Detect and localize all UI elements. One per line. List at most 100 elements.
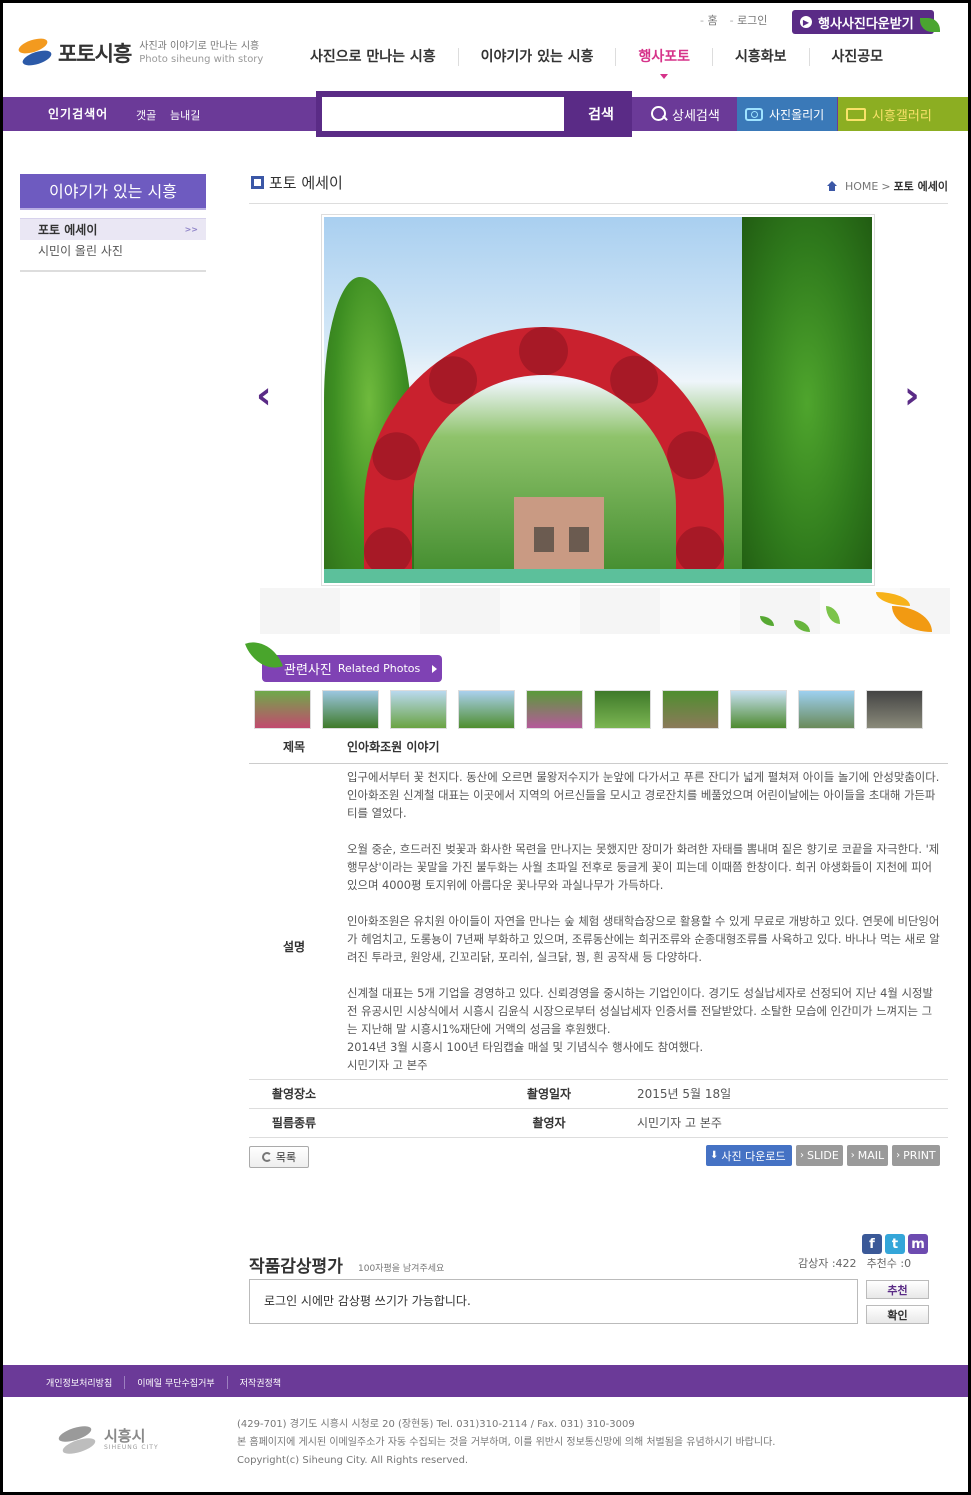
home-link[interactable]: 홈 [700,12,717,28]
email-refusal-link[interactable]: 이메일 무단수집거부 [124,1376,226,1389]
nav-item-event-photo[interactable]: 행사포토 [615,48,712,79]
related-thumbnail[interactable] [662,690,719,729]
subject-label: 제목 [282,740,306,754]
magnifier-icon [650,105,668,123]
search-input[interactable] [322,97,564,131]
arrow-right-icon [432,664,438,673]
search-box: 검색 [316,91,632,137]
top-links: 홈 로그인 [700,12,767,28]
related-thumbnail[interactable] [254,690,311,729]
chevron-right-icon: › [800,1150,804,1161]
event-photo-download-button[interactable]: ▶ 행사사진다운받기 [792,10,934,34]
review-counts: 감상자 :422 추천수 :0 [798,1255,911,1271]
home-icon [826,181,838,191]
nav-item-pictorial[interactable]: 시흥화보 [712,48,809,66]
refresh-icon [261,1152,272,1162]
page-title: 포토 에세이 [269,174,343,192]
related-thumbnail[interactable] [390,690,447,729]
site-title: 포토시흥 [58,42,132,66]
breadcrumb-home[interactable]: HOME [845,180,878,193]
me2day-icon[interactable]: m [908,1234,928,1254]
description-paragraph: 오월 중순, 흐드러진 벚꽃과 화사한 목련을 만나지는 못했지만 장미가 화려… [347,842,940,892]
description-label: 설명 [282,940,306,954]
leaf-icon [794,620,810,632]
related-thumbnail[interactable] [322,690,379,729]
siheung-gallery-button[interactable]: 시흥갤러리 [838,97,968,131]
photo-fence [324,569,872,583]
next-photo-button[interactable]: › [904,376,930,414]
film-value [339,1109,489,1137]
photo-download-button[interactable]: ⬇ 사진 다운로드 [706,1145,792,1166]
copyright-policy-link[interactable]: 저작권정책 [226,1376,293,1389]
list-button[interactable]: 목록 [249,1146,309,1168]
privacy-policy-link[interactable]: 개인정보처리방침 [46,1376,124,1389]
prev-photo-button[interactable]: ‹ [256,376,282,414]
play-icon: ▶ [800,16,812,28]
sidebar-title: 이야기가 있는 시흥 [20,174,206,210]
logo-mark-icon [16,35,56,69]
location-label: 촬영장소 [271,1087,317,1101]
main-nav: 사진으로 만나는 시흥 이야기가 있는 시흥 행사포토 시흥화보 사진공모 [288,48,906,79]
related-thumbnail[interactable] [730,690,787,729]
footer-info: (429-701) 경기도 시흥시 시청로 20 (장현동) Tel. 031)… [237,1416,775,1470]
related-thumbnail[interactable] [458,690,515,729]
photo-info-table: 제목 인아화조원 이야기 설명 입구에서부터 꽃 천지다. 동산에 오르면 물왕… [249,734,948,1138]
print-button[interactable]: › PRINT [892,1145,940,1166]
subject-row: 제목 인아화조원 이야기 [249,734,948,764]
main-photo[interactable] [324,217,872,583]
review-input-box[interactable]: 로그인 시에만 감상평 쓰기가 가능합니다. [249,1279,858,1324]
photographer-label: 촬영자 [532,1116,566,1130]
description-paragraph: 2014년 3월 시흥시 100년 타임캡슐 매설 및 기념식수 행사에도 참여… [347,1040,704,1054]
date-label: 촬영일자 [526,1087,572,1101]
nav-item-story-siheung[interactable]: 이야기가 있는 시흥 [457,48,616,66]
sidebar-item-photo-essay[interactable]: 포토 에세이 [20,218,206,241]
related-thumbnail[interactable] [526,690,583,729]
city-logo: 시흥시 SIHEUNG CITY [56,1424,159,1456]
description-row: 설명 입구에서부터 꽃 천지다. 동산에 오르면 물왕저수지가 눈앞에 다가서고… [249,764,948,1080]
location-date-row: 촬영장소 촬영일자 2015년 5월 18일 [249,1080,948,1109]
breadcrumb-current: 포토 에세이 [893,180,948,193]
gallery-book-icon [846,107,866,121]
viewer-count: 감상자 :422 [798,1257,857,1270]
twitter-icon[interactable]: t [885,1234,905,1254]
city-logo-en: SIHEUNG CITY [104,1444,159,1451]
upload-photo-label: 사진올리기 [769,107,825,122]
city-logo-mark-icon [56,1424,100,1456]
related-photos-label: 관련사진 [284,663,332,678]
sidebar-menu: 포토 에세이 시민이 올린 사진 [20,218,206,272]
film-photographer-row: 필름종류 촬영자 시민기자 고 본주 [249,1109,948,1138]
login-link[interactable]: 로그인 [730,12,767,28]
popular-keywords-label: 인기검색어 [48,107,109,121]
tagline-en: Photo siheung with story [139,54,264,65]
description-byline: 시민기자 고 본주 [347,1058,428,1072]
slide-button[interactable]: › SLIDE [796,1145,843,1166]
mail-button[interactable]: › MAIL [846,1145,889,1166]
tagline-ko: 사진과 이야기로 만나는 시흥 [139,41,260,52]
title-square-icon [251,176,264,189]
site-tagline: 사진과 이야기로 만나는 시흥 Photo siheung with story [139,40,263,66]
related-thumbnail[interactable] [866,690,923,729]
site-logo[interactable]: 포토시흥 사진과 이야기로 만나는 시흥 Photo siheung with … [16,35,263,69]
advanced-search-button[interactable]: 상세검색 [640,97,736,131]
related-thumbnail[interactable] [798,690,855,729]
nav-item-photo-siheung[interactable]: 사진으로 만나는 시흥 [288,48,458,66]
photo-rose-texture [364,327,724,583]
related-photos-tab[interactable]: 관련사진 Related Photos [262,655,442,682]
nav-item-contest[interactable]: 사진공모 [808,48,906,66]
popular-keyword[interactable]: 늠내길 [170,107,200,123]
recommend-button[interactable]: 추천 [866,1280,929,1299]
confirm-button[interactable]: 확인 [866,1305,929,1324]
related-thumbnail[interactable] [594,690,651,729]
city-logo-name: 시흥시 [104,1427,146,1445]
slide-label: SLIDE [807,1149,839,1162]
popular-keyword[interactable]: 갯골 [136,107,156,123]
breadcrumb: HOME > 포토 에세이 [826,178,948,194]
location-value [339,1080,489,1108]
sidebar-item-citizen-photos[interactable]: 시민이 올린 사진 [20,240,206,262]
film-label: 필름종류 [271,1116,317,1130]
photographer-value: 시민기자 고 본주 [637,1116,722,1130]
facebook-icon[interactable]: f [862,1234,882,1254]
siheung-gallery-label: 시흥갤러리 [872,108,932,124]
upload-photo-button[interactable]: 사진올리기 [737,97,837,131]
search-button[interactable]: 검색 [576,97,626,131]
